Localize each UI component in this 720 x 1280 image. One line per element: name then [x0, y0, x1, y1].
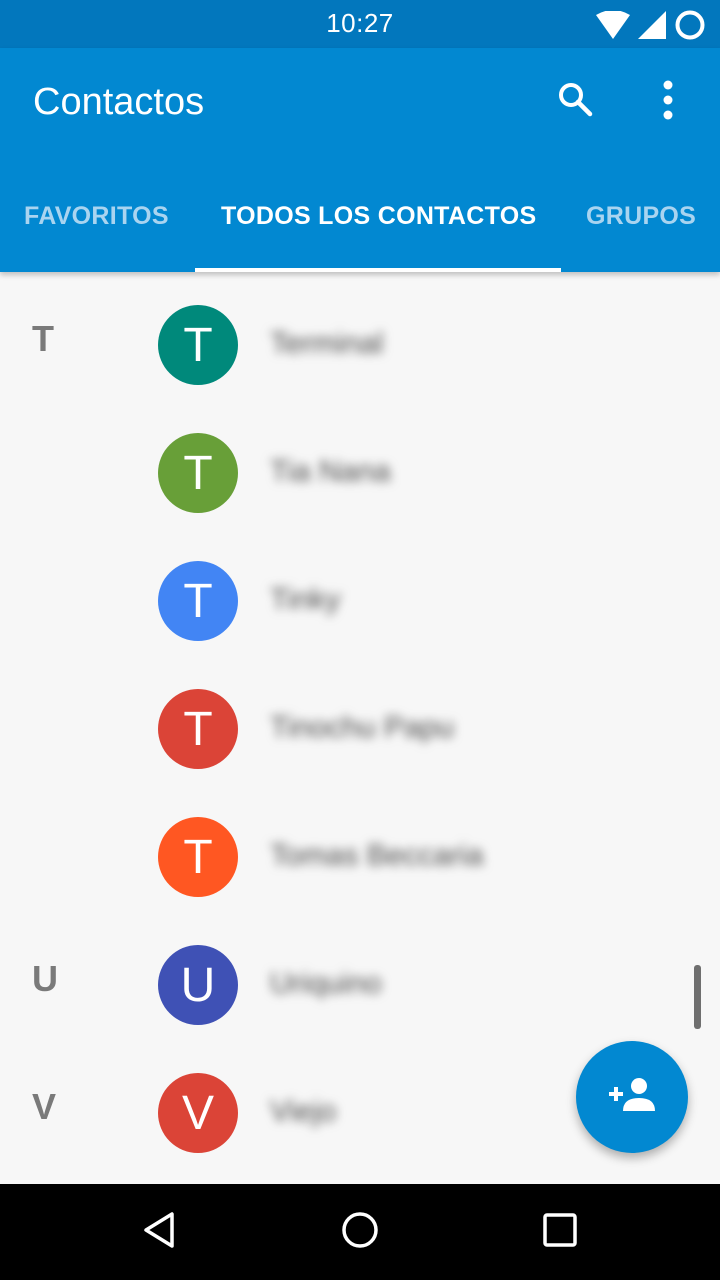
back-button[interactable] [132, 1204, 188, 1260]
home-button[interactable] [332, 1204, 388, 1260]
home-icon [340, 1210, 380, 1255]
tab-todos-los-contactos[interactable]: TODOS LOS CONTACTOS [221, 160, 536, 272]
contact-name: Tinky [270, 583, 341, 616]
add-contact-button[interactable] [576, 1041, 688, 1153]
contact-name: Viejo [270, 1095, 337, 1128]
cell-signal-icon [638, 11, 666, 44]
status-icons [596, 9, 706, 46]
scrollbar-thumb[interactable] [694, 965, 701, 1029]
contact-name: Terminal [270, 327, 384, 360]
contact-row[interactable]: T Tinochu Papu [0, 656, 720, 784]
avatar: T [158, 433, 238, 513]
contact-name: Tia Nana [270, 455, 391, 488]
circle-status-icon [674, 9, 706, 46]
section-letter: T [32, 318, 54, 359]
contact-row[interactable]: T T Terminal [0, 272, 720, 400]
app-title: Contactos [33, 81, 205, 123]
navigation-bar [0, 1184, 720, 1280]
back-icon [140, 1210, 180, 1255]
avatar: V [158, 1073, 238, 1153]
contact-name: Tomas Beccaria [270, 839, 484, 872]
tab-bar: FAVORITOS TODOS LOS CONTACTOS GRUPOS [0, 160, 720, 272]
contact-name: Uriquino [270, 967, 382, 1000]
avatar: T [158, 305, 238, 385]
section-letter: V [32, 1086, 57, 1127]
add-person-icon [607, 1075, 657, 1120]
search-button[interactable] [548, 74, 604, 130]
wifi-icon [596, 10, 630, 44]
avatar: U [158, 945, 238, 1025]
recents-icon [542, 1212, 578, 1253]
avatar: T [158, 817, 238, 897]
app-bar: Contactos FAVORITOS TODOS LOS CONTACTOS … [0, 48, 720, 272]
more-options-button[interactable] [640, 74, 696, 130]
avatar: T [158, 689, 238, 769]
contact-row[interactable]: T Tinky [0, 528, 720, 656]
tab-grupos[interactable]: GRUPOS [586, 160, 696, 272]
section-letter: U [32, 958, 58, 999]
contact-row[interactable]: U U Uriquino [0, 912, 720, 1040]
more-vert-icon [662, 79, 674, 126]
contact-row[interactable]: T Tia Nana [0, 400, 720, 528]
tab-indicator [195, 268, 561, 272]
contact-row[interactable]: T Tomas Beccaria [0, 784, 720, 912]
search-icon [556, 80, 596, 125]
contact-name: Tinochu Papu [270, 711, 455, 744]
avatar: T [158, 561, 238, 641]
recents-button[interactable] [532, 1204, 588, 1260]
status-bar: 10:27 [0, 0, 720, 48]
tab-favoritos[interactable]: FAVORITOS [24, 160, 169, 272]
